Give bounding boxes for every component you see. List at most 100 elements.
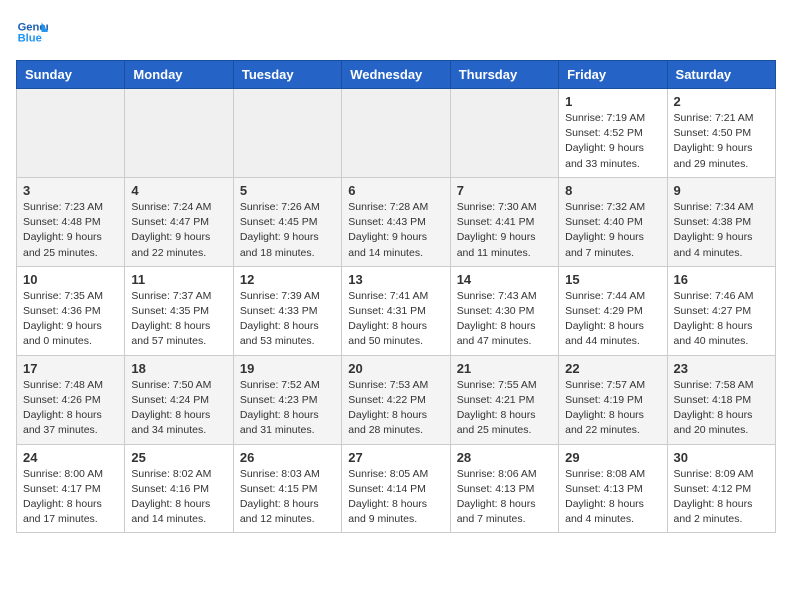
- calendar-cell: 9 Sunrise: 7:34 AM Sunset: 4:38 PM Daylig…: [667, 177, 775, 266]
- day-info: Sunrise: 7:21 AM Sunset: 4:50 PM Dayligh…: [674, 111, 769, 172]
- day-number: 15: [565, 272, 660, 287]
- calendar-cell: 7 Sunrise: 7:30 AM Sunset: 4:41 PM Daylig…: [450, 177, 558, 266]
- calendar-cell: 1 Sunrise: 7:19 AM Sunset: 4:52 PM Daylig…: [559, 89, 667, 178]
- day-number: 10: [23, 272, 118, 287]
- day-info: Sunrise: 7:46 AM Sunset: 4:27 PM Dayligh…: [674, 289, 769, 350]
- logo-icon: General Blue: [16, 16, 48, 48]
- weekday-header-saturday: Saturday: [667, 61, 775, 89]
- day-info: Sunrise: 7:26 AM Sunset: 4:45 PM Dayligh…: [240, 200, 335, 261]
- calendar-cell: 5 Sunrise: 7:26 AM Sunset: 4:45 PM Daylig…: [233, 177, 341, 266]
- day-number: 6: [348, 183, 443, 198]
- calendar-table: SundayMondayTuesdayWednesdayThursdayFrid…: [16, 60, 776, 533]
- calendar-cell: 24 Sunrise: 8:00 AM Sunset: 4:17 PM Dayli…: [17, 444, 125, 533]
- weekday-header-sunday: Sunday: [17, 61, 125, 89]
- day-info: Sunrise: 7:55 AM Sunset: 4:21 PM Dayligh…: [457, 378, 552, 439]
- day-number: 19: [240, 361, 335, 376]
- day-info: Sunrise: 7:28 AM Sunset: 4:43 PM Dayligh…: [348, 200, 443, 261]
- day-number: 11: [131, 272, 226, 287]
- day-info: Sunrise: 7:41 AM Sunset: 4:31 PM Dayligh…: [348, 289, 443, 350]
- calendar-cell: 3Sunrise: 7:23 AM Sunset: 4:48 PM Daylig…: [17, 177, 125, 266]
- day-info: Sunrise: 7:23 AM Sunset: 4:48 PM Dayligh…: [23, 200, 118, 261]
- day-number: 5: [240, 183, 335, 198]
- day-number: 14: [457, 272, 552, 287]
- calendar-cell: 8 Sunrise: 7:32 AM Sunset: 4:40 PM Daylig…: [559, 177, 667, 266]
- day-info: Sunrise: 7:35 AM Sunset: 4:36 PM Dayligh…: [23, 289, 118, 350]
- day-info: Sunrise: 7:52 AM Sunset: 4:23 PM Dayligh…: [240, 378, 335, 439]
- calendar-cell: 12 Sunrise: 7:39 AM Sunset: 4:33 PM Dayli…: [233, 266, 341, 355]
- day-number: 7: [457, 183, 552, 198]
- calendar-cell: 28 Sunrise: 8:06 AM Sunset: 4:13 PM Dayli…: [450, 444, 558, 533]
- calendar-cell: 26Sunrise: 8:03 AM Sunset: 4:15 PM Dayli…: [233, 444, 341, 533]
- calendar-cell: 29 Sunrise: 8:08 AM Sunset: 4:13 PM Dayli…: [559, 444, 667, 533]
- day-info: Sunrise: 7:44 AM Sunset: 4:29 PM Dayligh…: [565, 289, 660, 350]
- weekday-header-monday: Monday: [125, 61, 233, 89]
- day-info: Sunrise: 8:08 AM Sunset: 4:13 PM Dayligh…: [565, 467, 660, 528]
- calendar-cell: 21 Sunrise: 7:55 AM Sunset: 4:21 PM Dayli…: [450, 355, 558, 444]
- day-number: 17: [23, 361, 118, 376]
- calendar-cell: 27Sunrise: 8:05 AM Sunset: 4:14 PM Dayli…: [342, 444, 450, 533]
- day-info: Sunrise: 7:32 AM Sunset: 4:40 PM Dayligh…: [565, 200, 660, 261]
- day-number: 8: [565, 183, 660, 198]
- calendar-week-3: 10 Sunrise: 7:35 AM Sunset: 4:36 PM Dayli…: [17, 266, 776, 355]
- day-info: Sunrise: 7:30 AM Sunset: 4:41 PM Dayligh…: [457, 200, 552, 261]
- day-info: Sunrise: 7:50 AM Sunset: 4:24 PM Dayligh…: [131, 378, 226, 439]
- day-number: 20: [348, 361, 443, 376]
- calendar-week-4: 17 Sunrise: 7:48 AM Sunset: 4:26 PM Dayli…: [17, 355, 776, 444]
- day-number: 30: [674, 450, 769, 465]
- calendar-cell: 6 Sunrise: 7:28 AM Sunset: 4:43 PM Daylig…: [342, 177, 450, 266]
- calendar-week-1: 1 Sunrise: 7:19 AM Sunset: 4:52 PM Daylig…: [17, 89, 776, 178]
- day-info: Sunrise: 7:19 AM Sunset: 4:52 PM Dayligh…: [565, 111, 660, 172]
- day-number: 4: [131, 183, 226, 198]
- calendar-cell: [342, 89, 450, 178]
- day-info: Sunrise: 7:24 AM Sunset: 4:47 PM Dayligh…: [131, 200, 226, 261]
- logo: General Blue: [16, 16, 48, 48]
- calendar-cell: 22Sunrise: 7:57 AM Sunset: 4:19 PM Dayli…: [559, 355, 667, 444]
- day-info: Sunrise: 8:06 AM Sunset: 4:13 PM Dayligh…: [457, 467, 552, 528]
- weekday-header-friday: Friday: [559, 61, 667, 89]
- calendar-cell: 2Sunrise: 7:21 AM Sunset: 4:50 PM Daylig…: [667, 89, 775, 178]
- calendar-cell: 19 Sunrise: 7:52 AM Sunset: 4:23 PM Dayli…: [233, 355, 341, 444]
- day-number: 27: [348, 450, 443, 465]
- day-number: 21: [457, 361, 552, 376]
- day-info: Sunrise: 7:43 AM Sunset: 4:30 PM Dayligh…: [457, 289, 552, 350]
- weekday-header-thursday: Thursday: [450, 61, 558, 89]
- day-number: 1: [565, 94, 660, 109]
- calendar-cell: 25Sunrise: 8:02 AM Sunset: 4:16 PM Dayli…: [125, 444, 233, 533]
- page-header: General Blue: [16, 16, 776, 48]
- day-number: 9: [674, 183, 769, 198]
- svg-text:Blue: Blue: [18, 33, 42, 45]
- calendar-cell: 23Sunrise: 7:58 AM Sunset: 4:18 PM Dayli…: [667, 355, 775, 444]
- day-info: Sunrise: 7:39 AM Sunset: 4:33 PM Dayligh…: [240, 289, 335, 350]
- day-info: Sunrise: 7:34 AM Sunset: 4:38 PM Dayligh…: [674, 200, 769, 261]
- day-info: Sunrise: 7:37 AM Sunset: 4:35 PM Dayligh…: [131, 289, 226, 350]
- day-number: 29: [565, 450, 660, 465]
- calendar-cell: 11 Sunrise: 7:37 AM Sunset: 4:35 PM Dayli…: [125, 266, 233, 355]
- calendar-cell: 20 Sunrise: 7:53 AM Sunset: 4:22 PM Dayli…: [342, 355, 450, 444]
- calendar-cell: [17, 89, 125, 178]
- calendar-cell: 14 Sunrise: 7:43 AM Sunset: 4:30 PM Dayli…: [450, 266, 558, 355]
- day-info: Sunrise: 8:02 AM Sunset: 4:16 PM Dayligh…: [131, 467, 226, 528]
- calendar-week-5: 24 Sunrise: 8:00 AM Sunset: 4:17 PM Dayli…: [17, 444, 776, 533]
- calendar-cell: [125, 89, 233, 178]
- day-info: Sunrise: 7:53 AM Sunset: 4:22 PM Dayligh…: [348, 378, 443, 439]
- day-number: 23: [674, 361, 769, 376]
- day-number: 13: [348, 272, 443, 287]
- calendar-cell: 15 Sunrise: 7:44 AM Sunset: 4:29 PM Dayli…: [559, 266, 667, 355]
- day-info: Sunrise: 8:09 AM Sunset: 4:12 PM Dayligh…: [674, 467, 769, 528]
- day-info: Sunrise: 8:03 AM Sunset: 4:15 PM Dayligh…: [240, 467, 335, 528]
- calendar-cell: 17 Sunrise: 7:48 AM Sunset: 4:26 PM Dayli…: [17, 355, 125, 444]
- weekday-header-wednesday: Wednesday: [342, 61, 450, 89]
- calendar-cell: 10 Sunrise: 7:35 AM Sunset: 4:36 PM Dayli…: [17, 266, 125, 355]
- calendar-cell: 13 Sunrise: 7:41 AM Sunset: 4:31 PM Dayli…: [342, 266, 450, 355]
- day-info: Sunrise: 7:48 AM Sunset: 4:26 PM Dayligh…: [23, 378, 118, 439]
- weekday-header-row: SundayMondayTuesdayWednesdayThursdayFrid…: [17, 61, 776, 89]
- day-info: Sunrise: 8:00 AM Sunset: 4:17 PM Dayligh…: [23, 467, 118, 528]
- day-info: Sunrise: 7:57 AM Sunset: 4:19 PM Dayligh…: [565, 378, 660, 439]
- calendar-week-2: 3Sunrise: 7:23 AM Sunset: 4:48 PM Daylig…: [17, 177, 776, 266]
- day-number: 12: [240, 272, 335, 287]
- day-number: 18: [131, 361, 226, 376]
- day-number: 24: [23, 450, 118, 465]
- calendar-cell: 16Sunrise: 7:46 AM Sunset: 4:27 PM Dayli…: [667, 266, 775, 355]
- day-number: 28: [457, 450, 552, 465]
- calendar-cell: 30 Sunrise: 8:09 AM Sunset: 4:12 PM Dayli…: [667, 444, 775, 533]
